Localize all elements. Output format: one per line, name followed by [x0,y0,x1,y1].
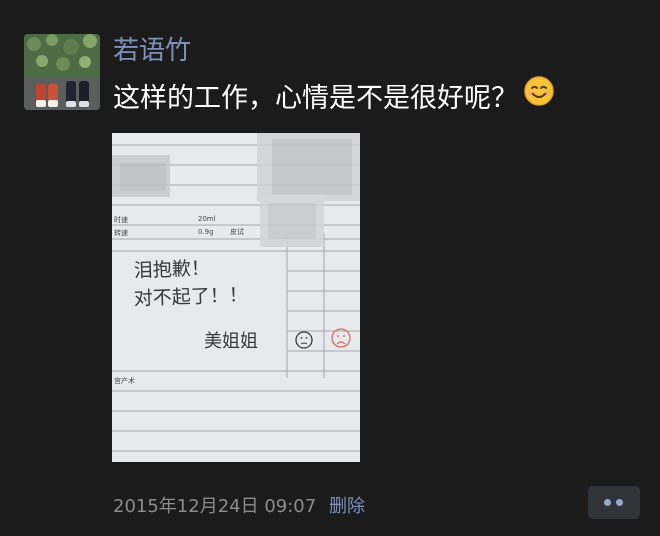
handwritten-note-image: 时速 转速 20ml 0.9g 皮试 宫产术 泪抱歉！ 对不起了！！ 美姐姐 [112,133,360,462]
post-photo[interactable]: 时速 转速 20ml 0.9g 皮试 宫产术 泪抱歉！ 对不起了！！ 美姐姐 [112,133,360,462]
form-label-2: 转速 [114,228,128,237]
comment-button[interactable] [588,486,640,519]
delete-button[interactable]: 删除 [329,495,365,519]
form-label-3: 宫产术 [114,376,135,385]
handwriting-signature: 美姐姐 [204,331,258,352]
post-timestamp: 2015年12月24日 09:07 [113,496,317,517]
smiling-face-emoji-icon [524,76,554,117]
form-value-3: 皮试 [230,227,244,236]
form-label-1: 时速 [114,215,128,224]
handwriting-line-1: 泪抱歉！ [133,257,210,282]
moments-post: 若语竹 这样的工作，心情是不是很好呢？ 时速 转速 20ml 0.9g 皮试 宫… [0,0,660,536]
post-text-line: 这样的工作，心情是不是很好呢？ [113,76,554,118]
username[interactable]: 若语竹 [113,33,191,69]
avatar-image [24,34,100,110]
form-value-2: 0.9g [198,228,214,236]
comment-dot-icon [616,499,623,506]
comment-dot-icon [604,499,611,506]
handwriting-line-2: 对不起了！！ [133,284,248,310]
avatar[interactable] [24,34,100,110]
post-text: 这样的工作，心情是不是很好呢？ [113,83,518,114]
form-value-1: 20ml [198,215,216,223]
